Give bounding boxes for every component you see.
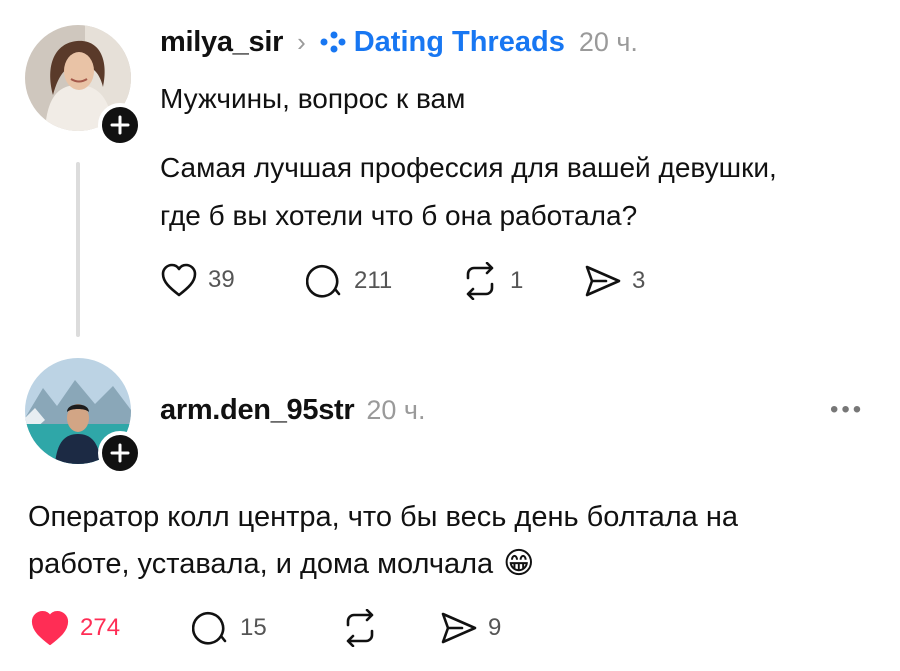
- repost-icon: [346, 609, 374, 647]
- comment-count: 15: [240, 614, 267, 641]
- like-button[interactable]: 39: [160, 262, 235, 298]
- repost-button[interactable]: [340, 609, 380, 647]
- repost-button[interactable]: 1: [460, 262, 523, 300]
- reply-body-line-2: работе, уставала, и дома молчала: [28, 548, 494, 580]
- comment-icon: [306, 264, 341, 298]
- post1-header: milya_sir › Dating Threads 20 ч.: [160, 24, 638, 60]
- more-options-button[interactable]: •••: [830, 396, 864, 424]
- share-count: 3: [632, 267, 646, 294]
- more-icon: •••: [830, 396, 865, 423]
- chevron-right-icon: ›: [297, 26, 306, 57]
- username[interactable]: arm.den_95str: [160, 394, 355, 427]
- timestamp: 20 ч.: [578, 26, 638, 57]
- like-count: 39: [208, 266, 235, 293]
- repost-icon: [466, 262, 494, 300]
- follow-plus-button[interactable]: [98, 431, 142, 475]
- comment-button[interactable]: 211: [306, 262, 392, 300]
- share-icon: [585, 265, 621, 297]
- post-title: Мужчины, вопрос к вам: [160, 83, 466, 114]
- community-name: Dating Threads: [353, 25, 565, 58]
- reply-body-line-1: Оператор колл центра, что бы весь день б…: [28, 501, 738, 533]
- reply-body-line-2-row: работе, уставала, и дома молчала 😁: [28, 540, 534, 588]
- plus-icon: [110, 443, 130, 463]
- share-button[interactable]: 3: [584, 264, 645, 298]
- share-icon: [441, 612, 477, 644]
- username[interactable]: milya_sir: [160, 26, 283, 59]
- grinning-emoji-icon: 😁: [503, 547, 535, 580]
- community-link[interactable]: Dating Threads: [320, 26, 565, 59]
- follow-plus-button[interactable]: [98, 103, 142, 147]
- share-count: 9: [488, 614, 502, 641]
- like-button[interactable]: 274: [30, 609, 120, 647]
- post-body-line-2: где б вы хотели что б она работала?: [160, 200, 638, 231]
- share-button[interactable]: 9: [440, 611, 501, 645]
- heart-icon: [161, 263, 197, 297]
- post2-header: arm.den_95str 20 ч.: [160, 392, 425, 428]
- timestamp: 20 ч.: [366, 394, 426, 425]
- comment-icon: [192, 611, 227, 645]
- thread-line: [76, 162, 80, 337]
- heart-filled-icon: [31, 610, 69, 646]
- comment-count: 211: [354, 267, 393, 294]
- repost-count: 1: [510, 267, 524, 294]
- like-count: 274: [80, 614, 121, 641]
- plus-icon: [110, 115, 130, 135]
- community-icon: [320, 31, 346, 53]
- comment-button[interactable]: 15: [192, 609, 267, 647]
- post-body-line-1: Самая лучшая профессия для вашей девушки…: [160, 152, 777, 183]
